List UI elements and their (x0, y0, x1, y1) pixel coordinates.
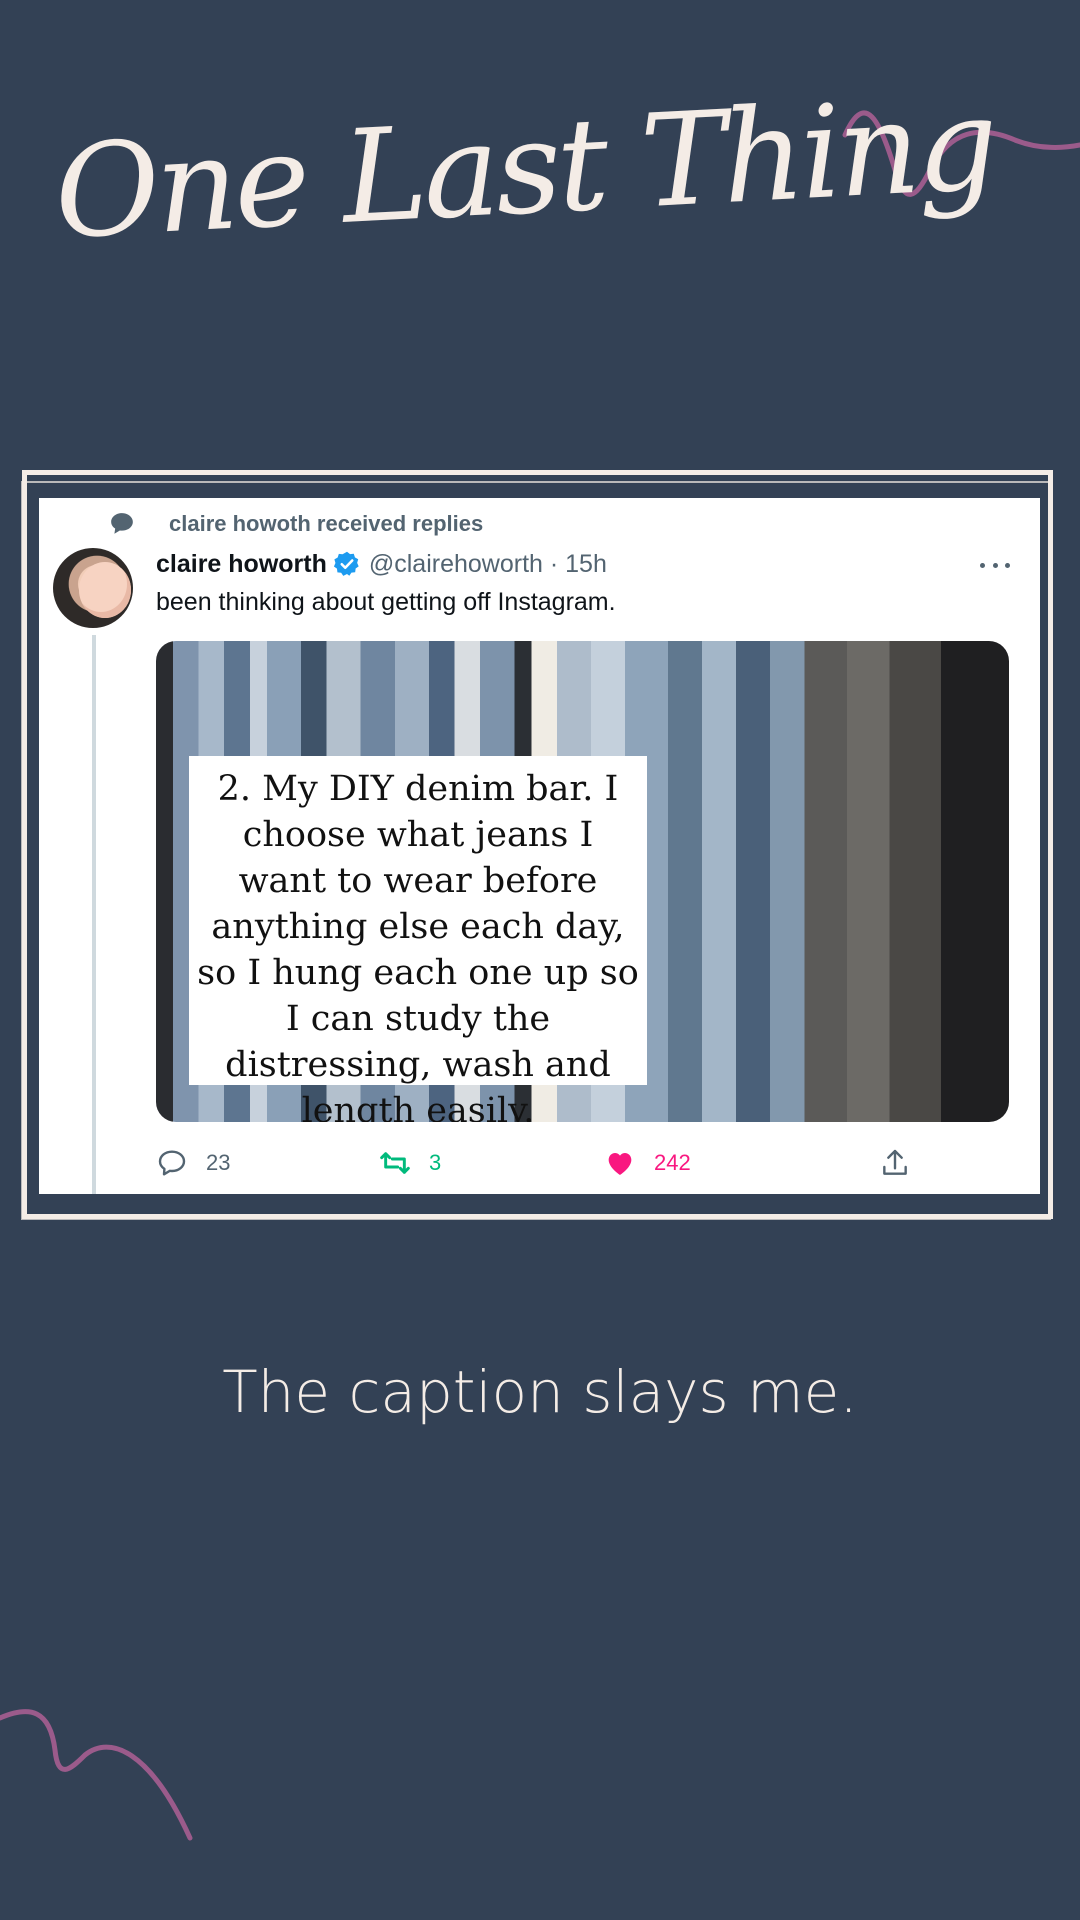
share-icon (883, 1149, 907, 1175)
retweet-icon (380, 1152, 410, 1174)
decorative-squiggle-bottom (0, 1709, 193, 1841)
speech-bubble-icon (111, 513, 133, 534)
tweet-header: claire howorth @clairehoworth · 15h (156, 546, 607, 582)
author-name[interactable]: claire howorth (156, 550, 327, 579)
reply-count: 23 (206, 1150, 231, 1175)
retweet-count: 3 (429, 1150, 442, 1175)
reply-icon (158, 1150, 186, 1176)
image-caption-text: 2. My DIY denim bar. I choose what jeans… (189, 756, 647, 1122)
more-icon[interactable] (980, 550, 1010, 580)
author-handle-time: @clairehoworth · 15h (368, 549, 607, 578)
page-title: One Last Thing (51, 69, 998, 268)
like-button[interactable]: 242 (604, 1143, 691, 1183)
thread-line (92, 635, 96, 1194)
tweet-text: been thinking about getting off Instagra… (156, 588, 616, 616)
heart-icon (608, 1153, 632, 1175)
reply-context-text: claire howoth received replies (169, 511, 484, 536)
tweet-card[interactable]: claire howoth received replies claire ho… (39, 498, 1040, 1194)
share-button[interactable] (879, 1143, 929, 1183)
like-count: 242 (654, 1150, 691, 1175)
tweet-image[interactable]: 2. My DIY denim bar. I choose what jeans… (156, 641, 1009, 1122)
retweet-button[interactable]: 3 (379, 1143, 441, 1183)
caption-text: The caption slays me. (222, 1358, 858, 1426)
reply-button[interactable]: 23 (156, 1143, 230, 1183)
tweet-actions: 23 3 242 (156, 1143, 916, 1183)
avatar[interactable] (53, 548, 133, 628)
verified-badge-icon (333, 551, 359, 576)
reply-context-row: claire howoth received replies (109, 506, 483, 542)
